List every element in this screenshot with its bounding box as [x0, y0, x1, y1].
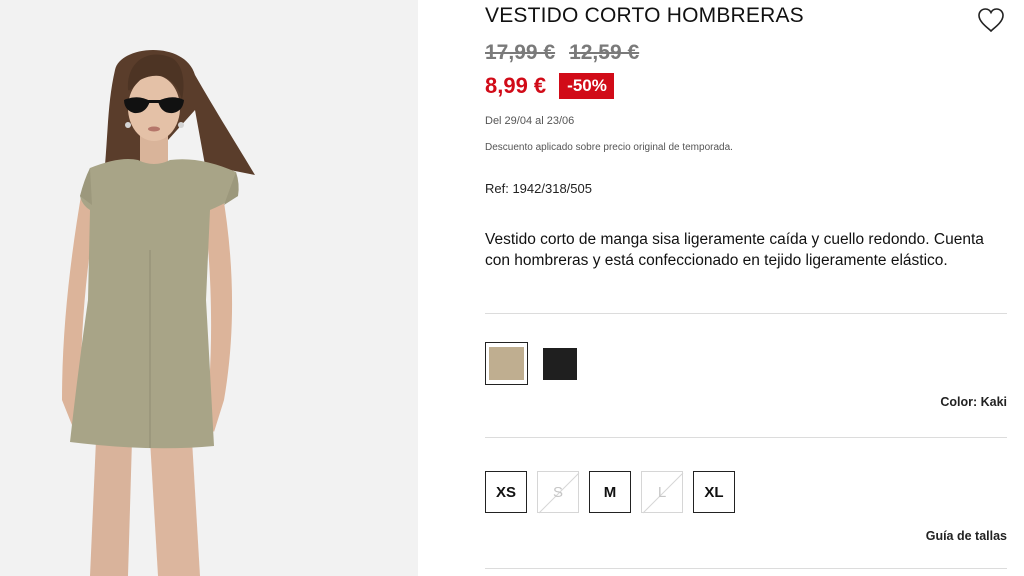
color-swatches [485, 342, 581, 385]
divider [485, 568, 1007, 569]
size-option-l: L [641, 471, 684, 514]
product-reference: Ref: 1942/318/505 [485, 181, 592, 196]
product-info: VESTIDO CORTO HOMBRERAS 17,99 € 12,59 € … [485, 0, 1007, 576]
size-label: S [552, 483, 563, 501]
size-option-s: S [537, 471, 580, 514]
wishlist-button[interactable] [976, 6, 1006, 34]
discount-badge: -50% [559, 73, 614, 99]
previous-price: 12,59 € [569, 41, 640, 64]
model-photo [0, 0, 418, 576]
current-price-row: 8,99 € -50% [485, 73, 614, 99]
size-selector: XS S M L XL [485, 471, 735, 514]
size-option-m[interactable]: M [589, 471, 631, 513]
swatch-chip [489, 347, 524, 380]
divider [485, 437, 1007, 438]
original-price: 17,99 € [485, 41, 556, 64]
size-label: XL [704, 483, 724, 501]
size-option-xl[interactable]: XL [693, 471, 735, 513]
heart-icon [978, 8, 1004, 33]
original-prices: 17,99 € 12,59 € [485, 41, 639, 65]
divider [485, 313, 1007, 314]
size-guide-link[interactable]: Guía de tallas [926, 529, 1007, 543]
promo-date-range: Del 29/04 al 23/06 [485, 115, 575, 127]
swatch-chip [542, 347, 577, 380]
product-image[interactable] [0, 0, 418, 576]
selected-color-label: Color: Kaki [940, 395, 1007, 409]
product-description: Vestido corto de manga sisa ligeramente … [485, 231, 984, 269]
size-label: M [603, 483, 617, 501]
discount-note: Descuento aplicado sobre precio original… [485, 142, 733, 153]
current-price: 8,99 € [485, 73, 547, 98]
size-label: L [657, 483, 667, 501]
size-option-xs[interactable]: XS [485, 471, 527, 513]
product-title: VESTIDO CORTO HOMBRERAS [485, 4, 804, 27]
color-swatch-kaki[interactable] [485, 342, 528, 385]
size-label: XS [495, 483, 516, 501]
color-swatch-black[interactable] [538, 342, 581, 385]
